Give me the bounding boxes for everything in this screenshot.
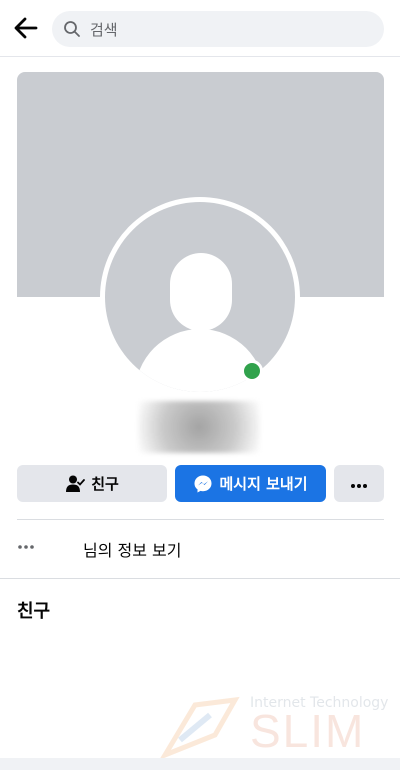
search-icon <box>63 20 81 38</box>
profile-picture[interactable] <box>100 197 300 397</box>
send-message-button[interactable]: 메시지 보내기 <box>175 465 326 502</box>
watermark-title: SLIM <box>250 705 366 757</box>
more-options-button[interactable] <box>334 465 384 502</box>
ellipsis-icon <box>17 537 37 557</box>
back-arrow-icon[interactable] <box>12 14 40 42</box>
view-info-row[interactable]: 님의 정보 보기 <box>0 528 400 568</box>
divider <box>17 519 384 520</box>
messenger-icon <box>193 474 213 494</box>
online-status-indicator <box>241 360 263 382</box>
profile-name-redacted <box>138 401 260 453</box>
friend-button[interactable]: 친구 <box>17 465 167 502</box>
friends-section-title: 친구 <box>17 601 51 622</box>
friend-button-label: 친구 <box>91 475 119 493</box>
section-divider <box>0 578 400 579</box>
top-bar: 검색 <box>0 0 400 57</box>
rocket-logo-icon <box>155 695 245 761</box>
watermark: Internet Technology SLIM <box>155 690 395 765</box>
more-dots-icon <box>349 475 369 493</box>
send-message-label: 메시지 보내기 <box>219 475 308 493</box>
default-avatar-icon <box>105 202 295 392</box>
view-info-label: 님의 정보 보기 <box>83 541 182 560</box>
bottom-strip <box>0 758 400 770</box>
search-placeholder: 검색 <box>90 20 118 39</box>
avatar-head <box>170 253 232 331</box>
friend-check-icon <box>65 474 86 494</box>
search-bar[interactable]: 검색 <box>52 11 384 47</box>
